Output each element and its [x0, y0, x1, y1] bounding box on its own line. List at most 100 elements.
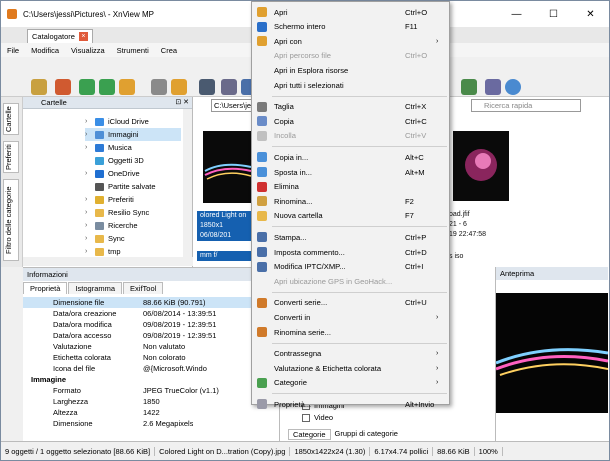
tab-istogramma[interactable]: Istogramma — [68, 282, 123, 294]
save-icon[interactable] — [55, 79, 71, 95]
property-row[interactable]: Formato JPEG TrueColor (v1.1) — [23, 385, 279, 396]
menu-item-label: Rinomina serie... — [274, 327, 331, 337]
property-row[interactable]: Larghezza 1850 — [23, 396, 279, 407]
menu-item-modifica-iptc-xmp[interactable]: Modifica IPTC/XMP... Ctrl+I — [252, 260, 449, 274]
tab-close-icon[interactable]: × — [78, 32, 88, 41]
expand-chevron-icon[interactable]: › — [85, 235, 95, 242]
folder-item-onedrive[interactable]: › OneDrive — [85, 167, 181, 180]
expand-chevron-icon[interactable]: › — [85, 144, 95, 151]
folder-item-musica[interactable]: › Musica — [85, 141, 181, 154]
folder-item-immagini[interactable]: › Immagini — [85, 128, 181, 141]
folder-item-icloud-drive[interactable]: › iCloud Drive — [85, 115, 181, 128]
menu-item-apri-tutti-i-selezionati[interactable]: Apri tutti i selezionati — [252, 78, 449, 92]
gear-icon[interactable] — [485, 79, 501, 95]
menu-item-converti-in[interactable]: Converti in › — [252, 310, 449, 324]
menu-item-schermo-intero[interactable]: Schermo intero F11 — [252, 20, 449, 34]
folders-hscrollbar[interactable] — [23, 257, 193, 266]
minimize-button[interactable]: — — [498, 1, 535, 27]
maximize-button[interactable]: ☐ — [535, 1, 572, 27]
menu-item-copia-in[interactable]: Copia in... Alt+C — [252, 150, 449, 164]
menu-file[interactable]: File — [1, 46, 25, 55]
category-video[interactable]: Video — [302, 413, 333, 422]
hierarchy-icon[interactable] — [461, 79, 477, 95]
preview-image — [495, 293, 609, 413]
menu-item-rinomina[interactable]: Rinomina... F2 — [252, 194, 449, 208]
property-row[interactable]: Data/ora accesso 09/08/2019 - 12:39:51 — [23, 330, 279, 341]
tab-gruppi-categorie[interactable]: Gruppi di categorie — [331, 429, 402, 440]
folder-item-resilio-sync[interactable]: › Resilio Sync — [85, 206, 181, 219]
help-icon[interactable] — [505, 79, 521, 95]
folders-scrollbar[interactable] — [183, 109, 192, 257]
menu-item-rinomina-serie[interactable]: Rinomina serie... — [252, 325, 449, 339]
close-window-button[interactable]: ✕ — [572, 1, 609, 27]
menu-item-nuova-cartella[interactable]: Nuova cartella F7 — [252, 209, 449, 223]
menu-item-converti-serie[interactable]: Converti serie... Ctrl+U — [252, 296, 449, 310]
move-icon[interactable] — [171, 79, 187, 95]
property-group[interactable]: Immagine — [23, 374, 279, 385]
tab-categorie[interactable]: Categorie — [288, 429, 331, 440]
rotate-icon[interactable] — [99, 79, 115, 95]
expand-chevron-icon[interactable]: › — [85, 248, 95, 255]
property-row[interactable]: Dimensione 2.6 Megapixels — [23, 418, 279, 429]
folder-icon — [95, 247, 104, 256]
property-row[interactable]: Etichetta colorata Non colorato — [23, 352, 279, 363]
property-key: Altezza — [53, 408, 78, 417]
tab-catalogatore[interactable]: Catalogatore × — [27, 29, 93, 43]
menu-item-proprieta[interactable]: Proprietà... Alt+Invio — [252, 397, 449, 411]
menu-item-label: Apri — [274, 7, 288, 17]
print-icon[interactable] — [221, 79, 237, 95]
property-row[interactable]: Valutazione Non valutato — [23, 341, 279, 352]
checkbox[interactable] — [302, 413, 310, 422]
sidetab-cartelle[interactable]: Cartelle — [3, 103, 19, 135]
expand-chevron-icon[interactable]: › — [85, 170, 95, 177]
tab-exiftool[interactable]: ExifTool — [123, 282, 164, 294]
property-row[interactable]: Data/ora modifica 09/08/2019 - 12:39:51 — [23, 319, 279, 330]
quick-search-input[interactable]: Ricerca rapida — [471, 99, 581, 112]
menu-item-apri-in-esplora-risorse[interactable]: Apri in Esplora risorse — [252, 63, 449, 77]
property-row[interactable]: Altezza 1422 — [23, 407, 279, 418]
refresh-icon[interactable] — [79, 79, 95, 95]
menu-item-sposta-in[interactable]: Sposta in... Alt+M — [252, 165, 449, 179]
property-value: Non colorato — [143, 353, 186, 362]
menu-item-elimina[interactable]: Elimina — [252, 180, 449, 194]
panel-pin-icon[interactable]: ⊡ ✕ — [175, 97, 189, 109]
folder-item-ricerche[interactable]: › Ricerche — [85, 219, 181, 232]
menu-item-stampa[interactable]: Stampa... Ctrl+P — [252, 230, 449, 244]
expand-chevron-icon[interactable]: › — [85, 222, 95, 229]
menu-item-imposta-commento[interactable]: Imposta commento... Ctrl+D — [252, 245, 449, 259]
property-row[interactable]: Dimensione file 88.66 KiB (90.791) — [23, 297, 279, 308]
thumbnail-colored-light[interactable] — [203, 131, 253, 203]
folder-item-sync[interactable]: › Sync — [85, 232, 181, 245]
menu-item-categorie[interactable]: Categorie › — [252, 376, 449, 390]
binoculars-icon[interactable] — [199, 79, 215, 95]
copia-icon — [257, 116, 267, 127]
menu-strumenti[interactable]: Strumenti — [111, 46, 155, 55]
menu-crea[interactable]: Crea — [155, 46, 183, 55]
expand-chevron-icon[interactable]: › — [85, 209, 95, 216]
menu-item-copia[interactable]: Copia Ctrl+C — [252, 114, 449, 128]
thumb1-caption-name: olored Light on — [197, 211, 257, 221]
menu-item-valutazione-etichetta-colorata[interactable]: Valutazione & Etichetta colorata › — [252, 361, 449, 375]
copy-icon[interactable] — [151, 79, 167, 95]
property-row[interactable]: Data/ora creazione 06/08/2014 - 13:39:51 — [23, 308, 279, 319]
sidetab-preferiti[interactable]: Preferiti — [3, 141, 19, 173]
menu-item-apri-con[interactable]: Apri con › — [252, 34, 449, 48]
folder-icon[interactable] — [119, 79, 135, 95]
thumbnail-download[interactable] — [453, 131, 509, 201]
menu-visualizza[interactable]: Visualizza — [65, 46, 111, 55]
expand-chevron-icon[interactable]: › — [85, 196, 95, 203]
folder-item-preferiti[interactable]: › Preferiti — [85, 193, 181, 206]
tab-proprieta[interactable]: Proprietà — [23, 282, 68, 294]
expand-chevron-icon[interactable]: › — [85, 131, 95, 138]
property-row[interactable]: Icona del file @{Microsoft.Windo — [23, 363, 279, 374]
folder-item-oggetti-3d[interactable]: Oggetti 3D — [85, 154, 181, 167]
folder-item-partite-salvate[interactable]: Partite salvate — [85, 180, 181, 193]
expand-chevron-icon[interactable]: › — [85, 118, 95, 125]
property-value: 09/08/2019 - 12:39:51 — [143, 320, 217, 329]
menu-item-apri[interactable]: Apri Ctrl+O — [252, 5, 449, 19]
menu-item-contrassegna[interactable]: Contrassegna › — [252, 347, 449, 361]
menu-modifica[interactable]: Modifica — [25, 46, 65, 55]
menu-item-taglia[interactable]: Taglia Ctrl+X — [252, 100, 449, 114]
browse-icon[interactable] — [31, 79, 47, 95]
sidetab-filtro-categorie[interactable]: Filtro delle categorie — [3, 179, 19, 261]
